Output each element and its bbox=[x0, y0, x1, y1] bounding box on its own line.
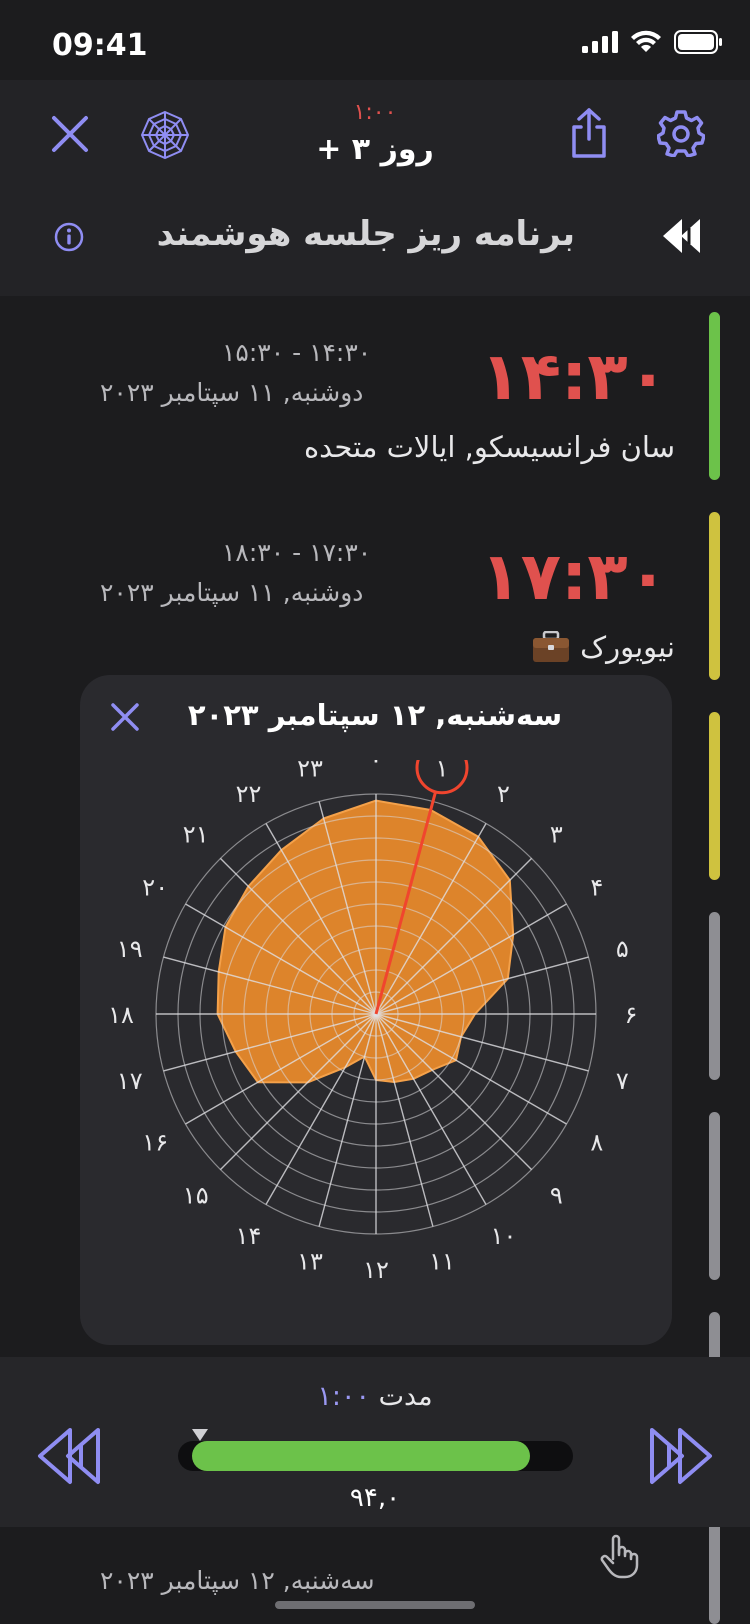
hour-label: ۲ bbox=[497, 780, 510, 808]
triangle-marker-icon bbox=[192, 1429, 208, 1441]
entry-color-bar bbox=[709, 1112, 720, 1280]
hour-label: ۲۳ bbox=[297, 760, 323, 783]
entry-date: دوشنبه, ۱۱ سپتامبر ۲۰۲۳ bbox=[100, 378, 364, 407]
next-button[interactable] bbox=[646, 1424, 716, 1488]
hour-label: ۶ bbox=[625, 1001, 638, 1029]
entry-time-range: ۱۷:۳۰ - ۱۸:۳۰ bbox=[222, 538, 372, 567]
list-item[interactable]: ۱۴:۳۰ ۱۴:۳۰ - ۱۵:۳۰ دوشنبه, ۱۱ سپتامبر ۲… bbox=[0, 296, 750, 486]
hand-pointer-icon bbox=[600, 1534, 639, 1579]
briefcase-icon bbox=[533, 631, 570, 662]
share-icon bbox=[572, 108, 606, 158]
fast-forward-icon bbox=[650, 1428, 712, 1484]
entry-big-time: ۱۴:۳۰ bbox=[480, 338, 668, 415]
info-icon bbox=[54, 222, 84, 252]
popup-title: سه‌شنبه, ۱۲ سپتامبر ۲۰۲۳ bbox=[187, 698, 563, 732]
entry-color-bar bbox=[709, 712, 720, 880]
hour-label: ۱۲ bbox=[363, 1256, 389, 1284]
hour-label: ۱۶ bbox=[142, 1129, 168, 1157]
hour-label: ۱۹ bbox=[117, 935, 143, 963]
header-days: + ۳ روز bbox=[316, 132, 434, 167]
hour-label: ۳ bbox=[550, 821, 563, 849]
hour-label: ۱۳ bbox=[297, 1247, 323, 1275]
hour-label: ۱۴ bbox=[236, 1222, 262, 1250]
hour-label: ۱۸ bbox=[108, 1001, 134, 1029]
hour-label: ۷ bbox=[616, 1067, 629, 1095]
settings-button[interactable] bbox=[654, 106, 708, 160]
entry-date: سه‌شنبه, ۱۲ سپتامبر ۲۰۲۳ bbox=[100, 1566, 375, 1595]
battery-icon bbox=[674, 30, 722, 54]
list-item[interactable]: ۱۷:۳۰ ۱۷:۳۰ - ۱۸:۳۰ دوشنبه, ۱۱ سپتامبر ۲… bbox=[0, 496, 750, 686]
home-indicator bbox=[275, 1601, 475, 1609]
hour-label: ۸ bbox=[590, 1129, 603, 1157]
slider-thumb[interactable] bbox=[192, 1429, 208, 1441]
share-button[interactable] bbox=[562, 104, 616, 162]
hour-label: ۱۷ bbox=[117, 1067, 143, 1095]
tap-hint-button[interactable] bbox=[596, 1530, 642, 1582]
status-time: 09:41 bbox=[52, 28, 148, 63]
skip-back-button[interactable] bbox=[656, 214, 708, 258]
hour-label: ۲۱ bbox=[183, 821, 209, 849]
hour-label: ۲۲ bbox=[236, 780, 262, 808]
entry-color-bar bbox=[709, 312, 720, 480]
duration-slider-fill bbox=[192, 1441, 530, 1471]
hour-label: ۱۱ bbox=[429, 1247, 455, 1275]
slider-value: ۹۴,۰ bbox=[349, 1483, 401, 1513]
entry-big-time: ۱۷:۳۰ bbox=[480, 538, 668, 615]
entry-color-bar bbox=[709, 512, 720, 680]
hour-label: ۱۰ bbox=[491, 1222, 517, 1250]
duration-value: ۱:۰۰ bbox=[317, 1381, 370, 1412]
hour-label: ۰ bbox=[370, 760, 383, 774]
page-title: برنامه ریز جلسه هوشمند bbox=[156, 214, 575, 254]
entry-color-bar bbox=[709, 912, 720, 1080]
skip-back-icon bbox=[663, 219, 700, 253]
entry-time-range: ۱۴:۳۰ - ۱۵:۳۰ bbox=[222, 338, 372, 367]
cellular-signal-icon bbox=[582, 31, 618, 53]
previous-button[interactable] bbox=[34, 1424, 104, 1488]
gear-icon bbox=[657, 110, 705, 157]
status-icons bbox=[582, 30, 722, 54]
availability-area bbox=[216, 799, 515, 1084]
entry-location: نیویورک bbox=[580, 630, 675, 664]
rewind-icon bbox=[38, 1428, 100, 1484]
header-duration: ۱:۰۰ bbox=[353, 100, 397, 125]
hour-label: ۴ bbox=[590, 874, 603, 902]
hour-label: ۵ bbox=[616, 935, 629, 963]
entry-date: دوشنبه, ۱۱ سپتامبر ۲۰۲۳ bbox=[100, 578, 364, 607]
duration-text: مدت bbox=[378, 1381, 433, 1412]
hour-label: ۱ bbox=[436, 760, 449, 783]
hour-label: ۹ bbox=[550, 1181, 563, 1209]
entry-location: سان فرانسیسکو, ایالات متحده bbox=[303, 430, 675, 464]
info-button[interactable] bbox=[50, 218, 88, 256]
hour-label: ۱۵ bbox=[183, 1181, 209, 1209]
duration-label: مدت ۱:۰۰ bbox=[0, 1381, 750, 1412]
entry-location-row: نیویورک bbox=[532, 630, 675, 664]
polar-day-chart: ۰ ۱۲۳۴۵۶۷۸۹۱۰۱۱۱۲۱۳۱۴۱۵۱۶۱۷۱۸۱۹۲۰۲۱۲۲۲۳ bbox=[108, 760, 638, 1284]
wifi-icon bbox=[631, 30, 661, 52]
hour-label: ۲۰ bbox=[142, 874, 168, 902]
